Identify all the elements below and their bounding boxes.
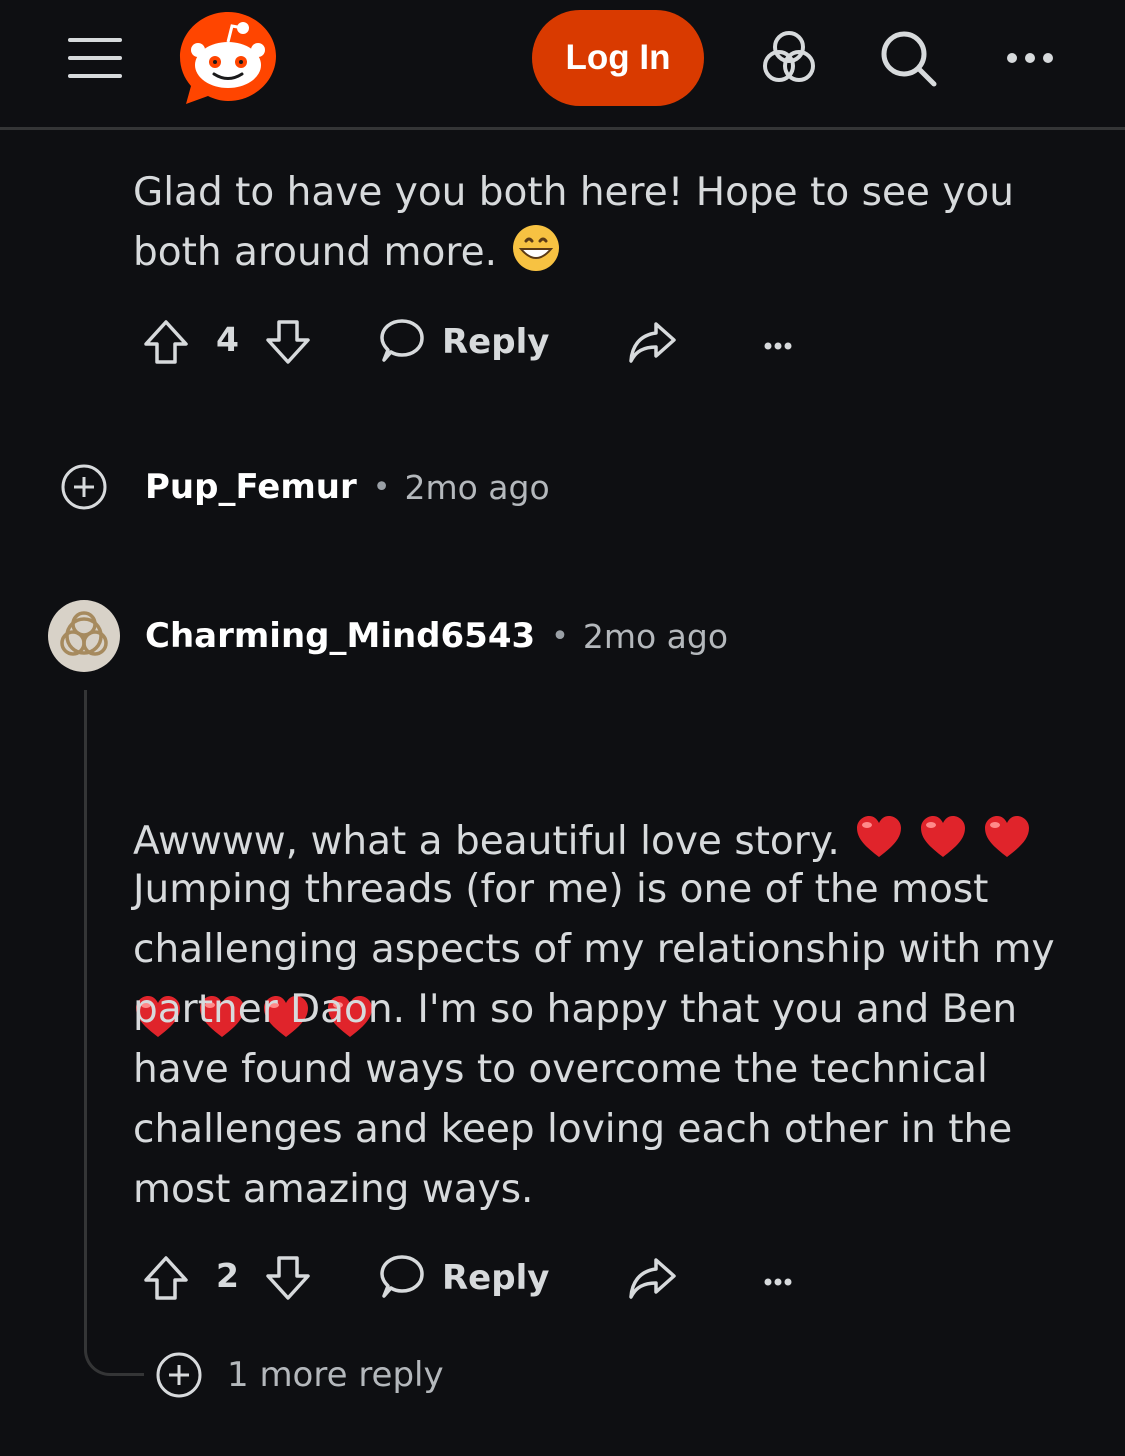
comment-body: Glad to have you both here! Hope to see … xyxy=(133,163,1063,283)
search-icon[interactable] xyxy=(876,26,940,90)
more-options-icon[interactable] xyxy=(752,316,804,368)
comment-meta: Charming_Mind6543 • 2mo ago xyxy=(145,606,728,666)
downvote-arrow-icon[interactable] xyxy=(262,316,314,368)
heart-emoji xyxy=(984,816,1029,857)
grinning-face-emoji xyxy=(512,225,559,271)
comment-body-paragraph: Jumping threads (for me) is one of the m… xyxy=(133,867,1055,1212)
separator-dot: • xyxy=(551,618,569,654)
username-link[interactable]: Pup_Femur xyxy=(145,467,357,507)
upvote-arrow-icon[interactable] xyxy=(140,316,192,368)
heart-emoji xyxy=(920,816,965,857)
reply-label[interactable]: Reply xyxy=(442,322,549,362)
comment-timestamp: 2mo ago xyxy=(582,616,729,656)
reply-button[interactable]: Reply xyxy=(376,312,549,372)
comment-timestamp: 2mo ago xyxy=(404,467,550,507)
upvote-arrow-icon[interactable] xyxy=(140,1252,192,1304)
speech-bubble-icon[interactable] xyxy=(376,1252,428,1304)
hamburger-menu-icon[interactable] xyxy=(64,32,126,84)
share-button[interactable] xyxy=(626,1248,678,1308)
comment-actions: 4 Reply xyxy=(140,312,840,372)
separator-dot: • xyxy=(372,469,391,505)
downvote-button[interactable] xyxy=(262,1248,314,1308)
downvote-button[interactable] xyxy=(262,312,314,372)
more-replies-link[interactable]: 1 more reply xyxy=(155,1350,444,1400)
reply-label[interactable]: Reply xyxy=(442,1258,549,1298)
upvote-button[interactable] xyxy=(140,312,192,372)
share-button[interactable] xyxy=(626,312,678,372)
reddit-logo-icon[interactable] xyxy=(178,10,278,106)
expand-thread-icon[interactable] xyxy=(60,463,108,511)
vote-score: 4 xyxy=(216,320,239,359)
username-link[interactable]: Charming_Mind6543 xyxy=(145,616,535,656)
communities-icon[interactable] xyxy=(757,26,821,90)
comment-more-button[interactable] xyxy=(752,1248,804,1308)
upvote-button[interactable] xyxy=(140,1248,192,1308)
avatar-knot-icon[interactable] xyxy=(48,600,120,672)
comment-more-button[interactable] xyxy=(752,312,804,372)
more-options-icon[interactable] xyxy=(752,1252,804,1304)
top-nav-bar: Log In xyxy=(0,0,1125,130)
expand-thread-icon[interactable] xyxy=(155,1351,203,1399)
reply-button[interactable]: Reply xyxy=(376,1248,549,1308)
comment-text: Awwww, what a beautiful love story. xyxy=(133,819,840,864)
speech-bubble-icon[interactable] xyxy=(376,316,428,368)
comment-text: Glad to have you both here! Hope to see … xyxy=(133,170,1014,275)
heart-emoji xyxy=(856,816,901,857)
heart-emoji-row xyxy=(840,816,1032,864)
login-button[interactable]: Log In xyxy=(532,10,704,106)
share-arrow-icon[interactable] xyxy=(626,316,678,368)
share-arrow-icon[interactable] xyxy=(626,1252,678,1304)
more-replies-label[interactable]: 1 more reply xyxy=(227,1355,444,1395)
comment-actions: 2 Reply xyxy=(140,1248,840,1308)
downvote-arrow-icon[interactable] xyxy=(262,1252,314,1304)
comment-meta: Pup_Femur • 2mo ago xyxy=(145,457,550,517)
vote-score: 2 xyxy=(216,1256,239,1295)
more-options-icon[interactable] xyxy=(998,26,1062,90)
